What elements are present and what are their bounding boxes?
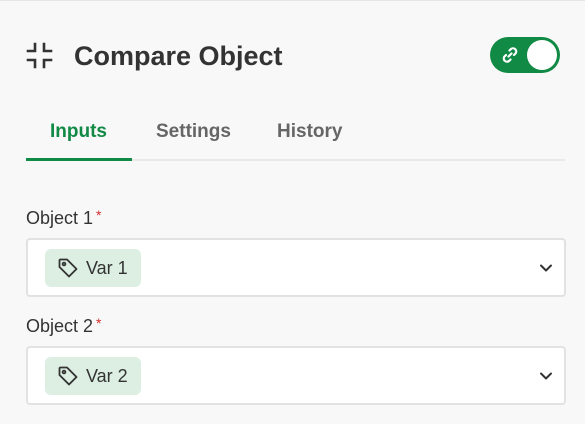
object-1-select[interactable]: Var 1 — [26, 238, 566, 297]
object-1-chip[interactable]: Var 1 — [45, 249, 141, 287]
active-tab-indicator — [26, 158, 132, 161]
link-toggle[interactable] — [490, 37, 560, 73]
object-2-chip[interactable]: Var 2 — [45, 357, 141, 395]
tab-inputs[interactable]: Inputs — [50, 121, 107, 143]
toggle-knob — [527, 40, 557, 70]
object-1-label: Object 1 * — [26, 207, 102, 229]
object-2-value: Var 2 — [86, 365, 128, 386]
chevron-down-icon[interactable] — [538, 368, 554, 384]
tag-icon — [58, 258, 78, 278]
object-1-label-text: Object 1 — [26, 208, 94, 228]
object-2-select[interactable]: Var 2 — [26, 346, 566, 405]
compare-object-panel: Compare Object Inputs Settings History O… — [0, 0, 585, 424]
required-marker: * — [96, 315, 102, 331]
object-2-label-text: Object 2 — [26, 316, 94, 336]
object-2-label: Object 2 * — [26, 315, 102, 337]
panel-header: Compare Object — [26, 37, 560, 75]
tab-bar: Inputs Settings History — [26, 107, 565, 161]
object-1-value: Var 1 — [86, 257, 128, 278]
tab-history[interactable]: History — [277, 121, 342, 143]
tag-icon — [58, 366, 78, 386]
panel-title: Compare Object — [74, 41, 283, 71]
required-marker: * — [96, 207, 102, 223]
link-icon — [502, 47, 518, 63]
collapse-arrows-icon[interactable] — [26, 42, 53, 69]
chevron-down-icon[interactable] — [538, 260, 554, 276]
tab-settings[interactable]: Settings — [156, 121, 231, 143]
